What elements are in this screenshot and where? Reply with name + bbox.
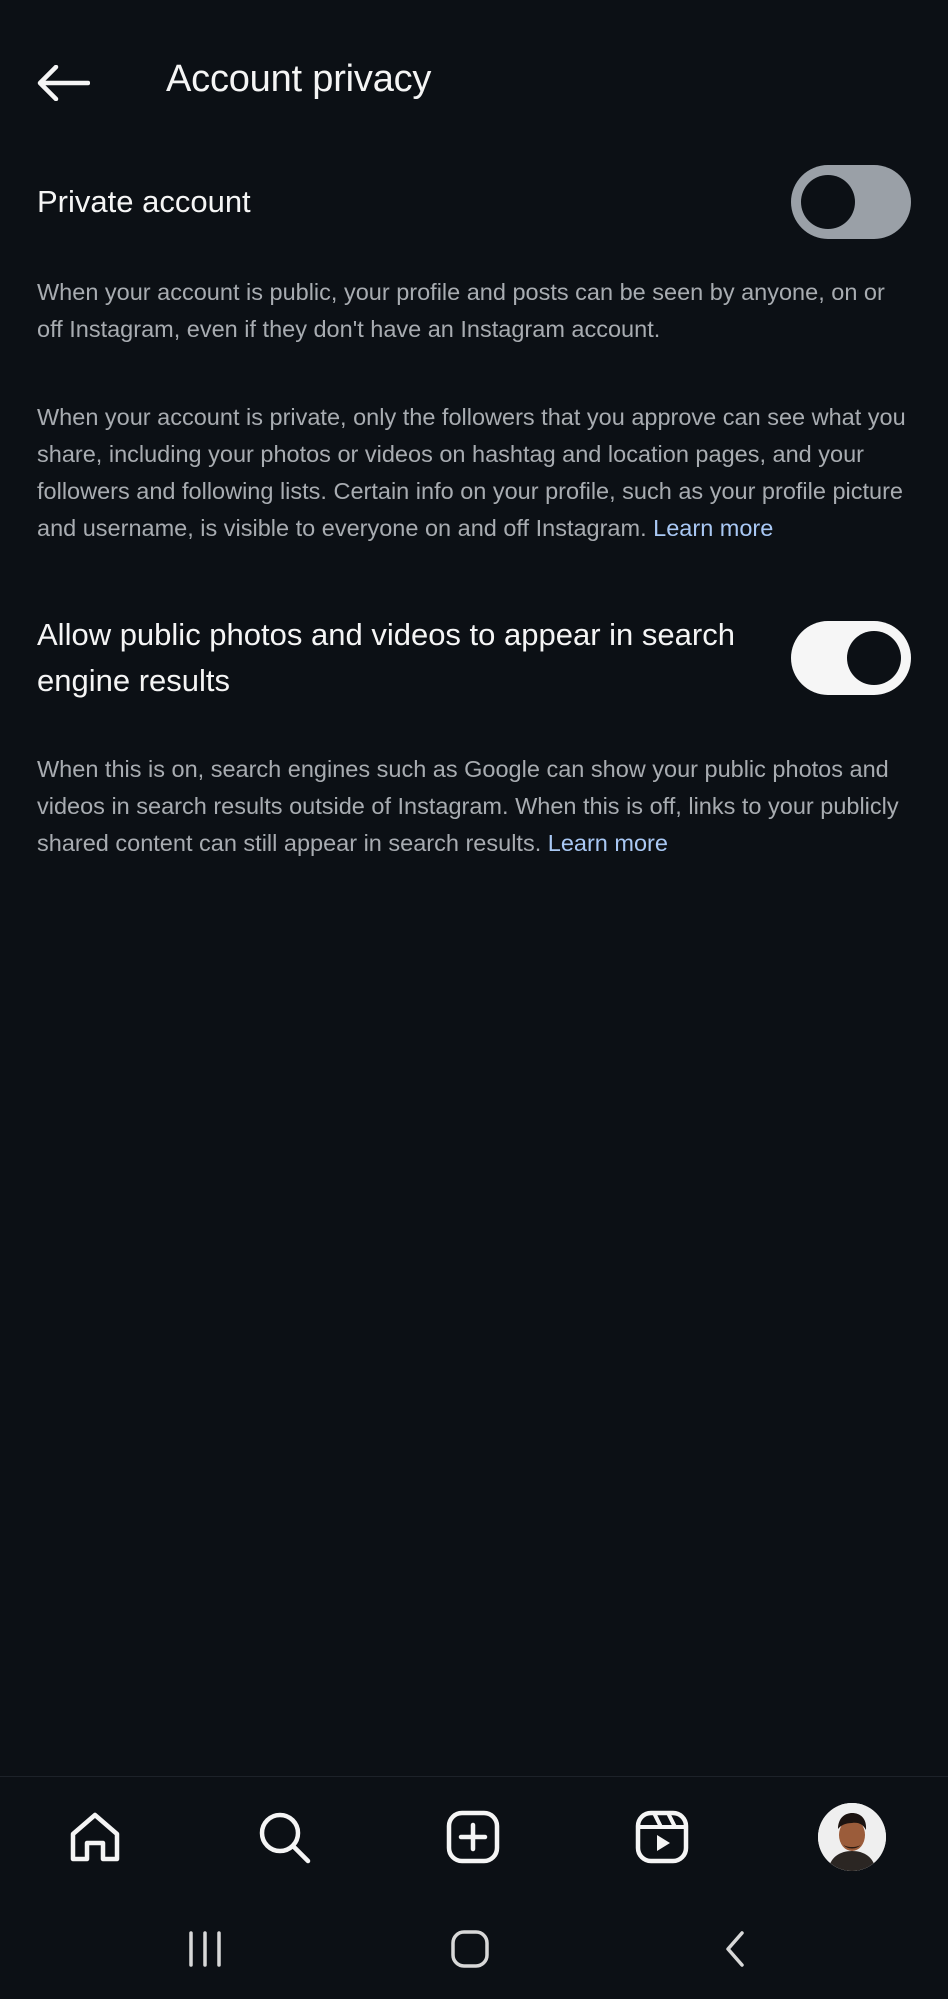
back-chevron-icon <box>726 1931 744 1967</box>
toggle-knob <box>801 175 855 229</box>
arrow-left-icon <box>37 65 90 101</box>
bottom-navigation <box>0 1776 948 1897</box>
system-home-button[interactable] <box>430 1914 510 1984</box>
page-title: Account privacy <box>166 58 432 100</box>
private-account-description: When your account is private, only the f… <box>37 399 907 547</box>
nav-profile[interactable] <box>817 1802 887 1872</box>
toggle-knob <box>847 631 901 685</box>
avatar-image <box>818 1803 886 1871</box>
nav-create[interactable] <box>438 1802 508 1872</box>
back-button[interactable] <box>30 56 96 110</box>
top-bar: Account privacy <box>0 0 948 170</box>
home-icon <box>70 1812 120 1862</box>
nav-search[interactable] <box>249 1802 319 1872</box>
system-navigation-bar <box>0 1896 948 1999</box>
private-account-label: Private account <box>37 184 251 219</box>
reels-icon <box>635 1810 689 1864</box>
nav-home[interactable] <box>60 1802 130 1872</box>
search-engine-row[interactable]: Allow public photos and videos to appear… <box>37 612 911 704</box>
nav-reels[interactable] <box>627 1802 697 1872</box>
search-icon <box>259 1812 311 1864</box>
private-account-row[interactable]: Private account <box>37 165 911 239</box>
learn-more-link-private[interactable]: Learn more <box>653 515 773 541</box>
search-engine-label: Allow public photos and videos to appear… <box>37 617 735 698</box>
private-account-toggle[interactable] <box>791 165 911 239</box>
search-engine-toggle[interactable] <box>791 621 911 695</box>
public-account-description: When your account is public, your profil… <box>37 279 885 342</box>
private-description-text: When your account is private, only the f… <box>37 404 906 541</box>
learn-more-link-search[interactable]: Learn more <box>548 830 668 856</box>
recent-apps-icon <box>189 1931 221 1967</box>
search-engine-description-text: When this is on, search engines such as … <box>37 756 899 856</box>
profile-avatar <box>818 1803 886 1871</box>
system-back-button[interactable] <box>695 1914 775 1984</box>
recent-apps-button[interactable] <box>165 1914 245 1984</box>
search-engine-description: When this is on, search engines such as … <box>37 751 907 862</box>
home-circle-icon <box>451 1930 489 1968</box>
create-icon <box>446 1810 500 1864</box>
